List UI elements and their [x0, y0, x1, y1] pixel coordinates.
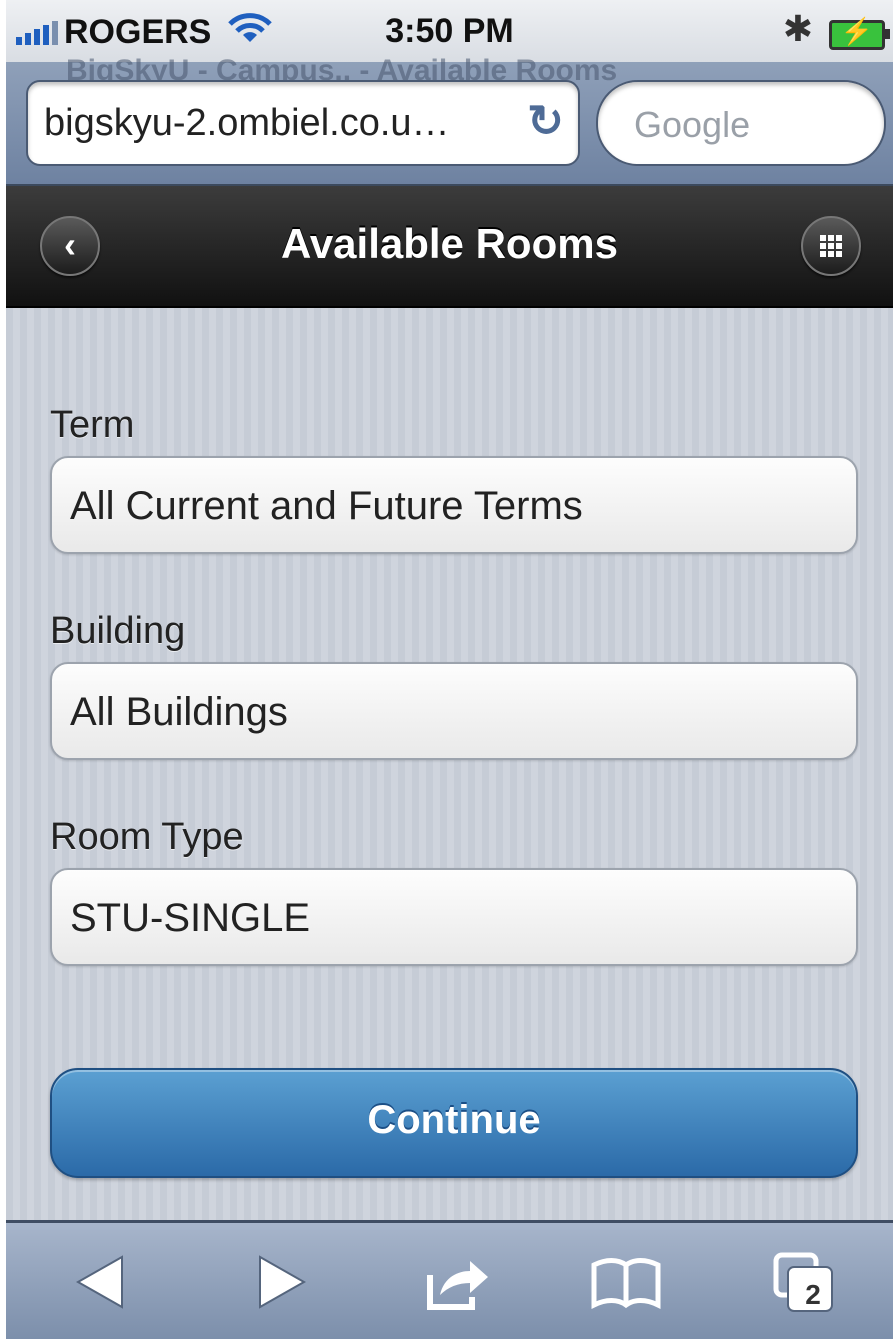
browser-forward-icon[interactable]: [236, 1247, 316, 1317]
app-header: ‹ Available Rooms: [6, 186, 893, 308]
share-icon[interactable]: [416, 1247, 496, 1317]
bookmarks-icon[interactable]: [586, 1247, 666, 1317]
building-label: Building: [50, 610, 186, 652]
clock: 3:50 PM: [385, 12, 514, 50]
battery-icon: ⚡: [829, 16, 890, 50]
building-value: All Buildings: [70, 690, 288, 734]
search-placeholder: Google: [634, 104, 751, 145]
tabs-icon[interactable]: 2: [764, 1247, 844, 1317]
bluetooth-icon: ✱: [782, 8, 813, 49]
room-type-value: STU-SINGLE: [70, 896, 311, 940]
page-title: Available Rooms: [281, 220, 618, 267]
phone-screen: ROGERS 3:50 PM ✱ ⚡ BigSkyU - Campus.. - …: [6, 0, 893, 1339]
browser-back-icon[interactable]: [66, 1247, 146, 1317]
term-select[interactable]: All Current and Future Terms: [50, 456, 858, 554]
reload-icon[interactable]: ↻: [527, 96, 564, 147]
menu-button[interactable]: [801, 216, 861, 276]
grid-icon: [820, 235, 842, 257]
url-text: bigskyu-2.ombiel.co.u…: [44, 102, 450, 144]
building-select[interactable]: All Buildings: [50, 662, 858, 760]
term-label: Term: [50, 404, 135, 446]
room-type-label: Room Type: [50, 816, 244, 858]
continue-label: Continue: [367, 1098, 541, 1142]
term-value: All Current and Future Terms: [70, 484, 583, 528]
room-type-select[interactable]: STU-SINGLE: [50, 868, 858, 966]
browser-address-bar: BigSkyU - Campus.. - Available Rooms big…: [6, 54, 893, 186]
search-field[interactable]: Google: [596, 80, 886, 166]
browser-toolbar: 2: [6, 1220, 893, 1339]
url-field[interactable]: bigskyu-2.ombiel.co.u… ↻: [26, 80, 580, 166]
tab-count: 2: [805, 1279, 821, 1310]
continue-button[interactable]: Continue: [50, 1068, 858, 1178]
status-bar: ROGERS 3:50 PM ✱ ⚡: [6, 0, 893, 62]
form-area: Term All Current and Future Terms Buildi…: [6, 308, 893, 1220]
